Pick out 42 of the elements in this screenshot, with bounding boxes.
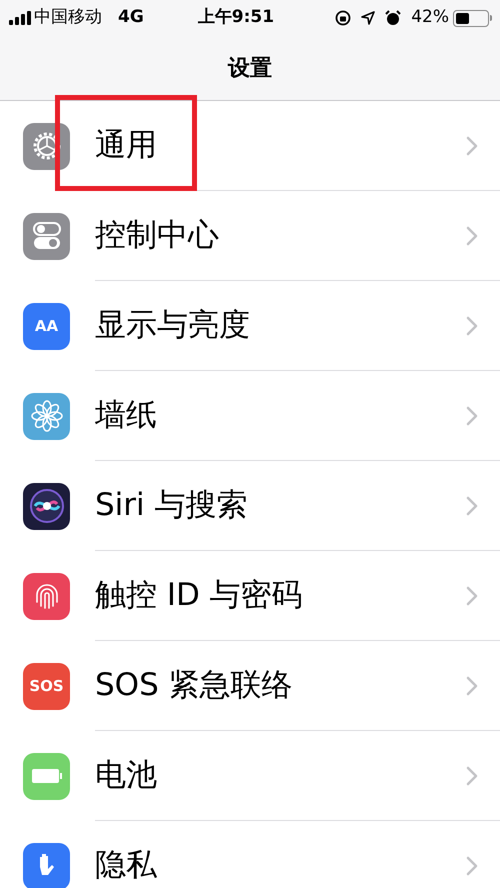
chevron-icon <box>466 766 478 786</box>
row-label: 隐私 <box>95 846 158 886</box>
siri-icon <box>28 488 64 524</box>
settings-row[interactable]: SOS SOS 紧急联络 <box>0 641 500 731</box>
chevron-icon <box>466 226 478 246</box>
settings-row[interactable]: 通用 <box>0 101 500 191</box>
settings-row[interactable]: 控制中心 <box>0 191 500 281</box>
chevron-icon <box>466 406 478 426</box>
row-label: Siri 与搜索 <box>95 486 249 526</box>
chevron-icon <box>466 496 478 516</box>
chevron-icon <box>466 586 478 606</box>
icon-label: AA <box>34 318 58 334</box>
battery-percent: 42% <box>411 6 449 30</box>
settings-row[interactable]: 墙纸 <box>0 371 500 461</box>
row-label: 显示与亮度 <box>95 306 251 346</box>
screen-title: 设置 <box>228 54 272 82</box>
row-label: 墙纸 <box>95 396 158 436</box>
chevron-icon <box>466 676 478 696</box>
battery-icon <box>30 767 62 785</box>
row-label: 触控 ID 与密码 <box>95 576 304 616</box>
row-label: 电池 <box>95 756 158 796</box>
settings-row[interactable]: Siri 与搜索 <box>0 461 500 551</box>
icon-label: SOS <box>29 678 64 694</box>
rotation-lock-icon <box>335 10 352 26</box>
time-text: 上午9:51 <box>198 6 274 30</box>
toggles-icon <box>30 220 62 252</box>
settings-row[interactable]: AA 显示与亮度 <box>0 281 500 371</box>
location-icon <box>361 11 376 25</box>
chevron-icon <box>466 856 478 876</box>
network-text: 4G <box>118 6 144 30</box>
row-label: SOS 紧急联络 <box>95 666 294 706</box>
flower-icon <box>30 399 64 433</box>
chevron-icon <box>466 136 478 156</box>
alarm-icon <box>385 10 402 26</box>
signal-icon <box>8 11 32 25</box>
settings-row[interactable]: 电池 <box>0 731 500 821</box>
settings-row[interactable]: 触控 ID 与密码 <box>0 551 500 641</box>
row-label: 通用 <box>95 126 158 166</box>
carrier-text: 中国移动 <box>34 6 102 30</box>
chevron-icon <box>466 316 478 336</box>
settings-row[interactable]: 隐私 <box>0 821 500 888</box>
row-label: 控制中心 <box>95 216 220 256</box>
